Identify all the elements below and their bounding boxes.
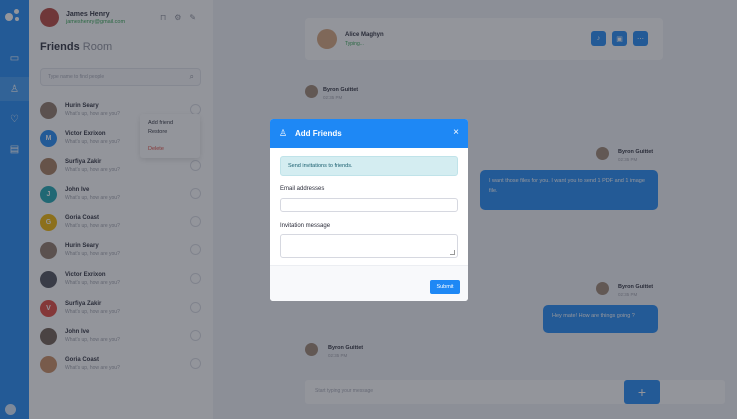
add-friends-modal: ♙ Add Friends × Send invitations to frie… (270, 119, 468, 301)
email-field[interactable] (280, 198, 458, 212)
modal-footer: Submit (270, 265, 468, 301)
invitation-message-field[interactable] (280, 234, 458, 258)
modal-header: ♙ Add Friends × (270, 119, 468, 148)
modal-title: Add Friends (295, 129, 342, 138)
submit-button[interactable]: Submit (430, 280, 460, 294)
add-user-icon: ♙ (279, 128, 288, 138)
close-icon[interactable]: × (453, 127, 459, 138)
info-alert: Send invitations to friends. (280, 156, 458, 176)
message-label: Invitation message (280, 223, 331, 229)
email-label: Email addresses (280, 186, 325, 192)
